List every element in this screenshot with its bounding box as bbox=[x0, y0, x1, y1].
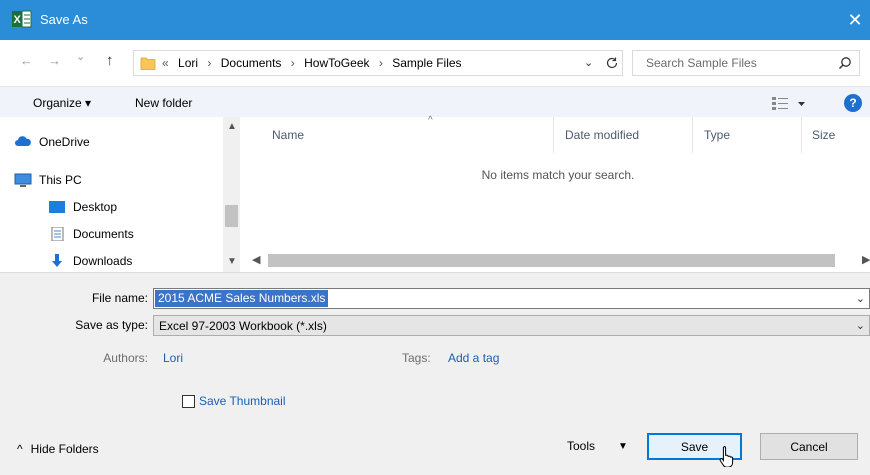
hide-folders-button[interactable]: ^ Hide Folders bbox=[17, 442, 99, 456]
up-button[interactable]: ↑ bbox=[106, 52, 114, 69]
refresh-icon[interactable] bbox=[604, 55, 620, 71]
tags-label: Tags: bbox=[402, 351, 431, 365]
chevron-up-icon: ^ bbox=[17, 442, 23, 456]
hand-cursor-icon bbox=[719, 446, 734, 467]
back-button[interactable]: ← bbox=[20, 53, 33, 68]
search-icon[interactable] bbox=[838, 56, 852, 70]
authors-field[interactable]: Lori bbox=[163, 351, 183, 365]
window-title: Save As bbox=[40, 12, 88, 27]
scroll-left-icon[interactable]: ◀ bbox=[252, 253, 260, 266]
sidebar-item-label: Documents bbox=[73, 227, 134, 241]
column-header-name[interactable]: Name bbox=[272, 128, 304, 142]
search-box[interactable]: Search Sample Files bbox=[632, 50, 860, 76]
change-view-button[interactable] bbox=[771, 95, 811, 111]
chevron-down-icon[interactable]: ⌄ bbox=[856, 292, 865, 305]
sidebar-item-label: OneDrive bbox=[39, 135, 90, 149]
svg-text:X: X bbox=[14, 14, 22, 26]
chevron-down-icon: ⌄ bbox=[855, 320, 865, 332]
excel-icon: X bbox=[12, 10, 32, 28]
cloud-icon bbox=[15, 136, 31, 146]
recent-locations-button[interactable]: ⌄ bbox=[76, 50, 85, 63]
column-header-date[interactable]: Date modified bbox=[565, 128, 639, 142]
save-thumbnail-label[interactable]: Save Thumbnail bbox=[199, 394, 286, 408]
navigation-pane: OneDrive This PC Desktop Documents Downl… bbox=[0, 117, 246, 272]
breadcrumb-item[interactable]: Lori bbox=[178, 56, 198, 70]
empty-message: No items match your search. bbox=[481, 168, 635, 182]
help-button[interactable]: ? bbox=[844, 94, 862, 112]
column-divider bbox=[553, 117, 554, 153]
column-divider bbox=[692, 117, 693, 153]
scroll-down-icon[interactable]: ▼ bbox=[227, 256, 237, 267]
help-icon: ? bbox=[849, 96, 857, 110]
scroll-up-icon[interactable]: ▲ bbox=[227, 121, 237, 132]
sidebar-item-label: Desktop bbox=[73, 200, 118, 214]
save-button-label: Save bbox=[680, 439, 709, 454]
tags-field[interactable]: Add a tag bbox=[448, 351, 499, 365]
sidebar-item-desktop[interactable]: Desktop bbox=[48, 200, 117, 214]
downloads-icon bbox=[52, 254, 62, 267]
scrollbar-thumb[interactable] bbox=[268, 254, 835, 267]
column-header-size[interactable]: Size bbox=[812, 128, 835, 142]
breadcrumb-separator[interactable]: › bbox=[291, 56, 295, 70]
sidebar-item-this-pc[interactable]: This PC bbox=[14, 173, 82, 187]
computer-icon bbox=[14, 173, 32, 187]
view-details-icon bbox=[772, 97, 805, 110]
sort-ascending-icon: ^ bbox=[428, 115, 433, 126]
save-thumbnail-checkbox[interactable] bbox=[182, 395, 195, 408]
navigation-pane-scrollbar[interactable]: ▲ ▼ bbox=[223, 117, 240, 272]
command-bar: Organize ▾ New folder ? bbox=[0, 86, 870, 117]
save-as-type-value: Excel 97-2003 Workbook (*.xls) bbox=[159, 319, 327, 333]
breadcrumb-item[interactable]: Documents bbox=[221, 56, 282, 70]
address-bar[interactable]: « Lori › Documents › HowToGeek › Sample … bbox=[133, 50, 623, 76]
file-name-field[interactable]: 2015 ACME Sales Numbers.xls ⌄ bbox=[153, 288, 870, 309]
new-folder-button[interactable]: New folder bbox=[135, 96, 192, 110]
folder-icon bbox=[140, 57, 156, 70]
breadcrumb-overflow[interactable]: « bbox=[162, 56, 169, 70]
save-as-type-label: Save as type: bbox=[75, 318, 148, 332]
column-header-type[interactable]: Type bbox=[704, 128, 730, 142]
search-input[interactable]: Search Sample Files bbox=[646, 56, 757, 70]
cancel-button[interactable]: Cancel bbox=[760, 433, 858, 460]
file-list-scrollbar[interactable]: ◀ ▶ bbox=[246, 252, 870, 269]
tools-dropdown-icon[interactable]: ▼ bbox=[618, 441, 628, 452]
file-list: Name ^ Date modified Type Size No items … bbox=[246, 115, 870, 272]
cancel-button-label: Cancel bbox=[790, 439, 828, 454]
title-bar: X Save As ✕ bbox=[0, 0, 870, 40]
file-name-label: File name: bbox=[91, 291, 148, 305]
file-name-input[interactable]: 2015 ACME Sales Numbers.xls bbox=[155, 290, 329, 307]
breadcrumb-item[interactable]: Sample Files bbox=[392, 56, 461, 70]
save-as-type-select[interactable]: Excel 97-2003 Workbook (*.xls) ⌄ bbox=[153, 315, 870, 336]
authors-label: Authors: bbox=[103, 351, 148, 365]
documents-icon bbox=[51, 227, 64, 241]
hide-folders-label: Hide Folders bbox=[30, 442, 99, 456]
sidebar-item-label: This PC bbox=[39, 173, 82, 187]
scroll-right-icon[interactable]: ▶ bbox=[862, 253, 870, 266]
forward-button[interactable]: → bbox=[48, 53, 61, 68]
scrollbar-thumb[interactable] bbox=[225, 205, 238, 227]
breadcrumb-separator[interactable]: › bbox=[207, 56, 211, 70]
close-icon: ✕ bbox=[847, 9, 863, 30]
column-divider bbox=[801, 117, 802, 153]
sidebar-item-downloads[interactable]: Downloads bbox=[48, 254, 132, 268]
sidebar-item-onedrive[interactable]: OneDrive bbox=[14, 135, 90, 149]
breadcrumb-separator[interactable]: › bbox=[379, 56, 383, 70]
desktop-icon bbox=[49, 201, 65, 213]
sidebar-item-label: Downloads bbox=[73, 254, 133, 268]
address-dropdown-button[interactable]: ⌄ bbox=[584, 56, 593, 69]
tools-menu[interactable]: Tools bbox=[567, 439, 595, 453]
close-button[interactable]: ✕ bbox=[840, 0, 870, 40]
sidebar-item-documents[interactable]: Documents bbox=[48, 227, 134, 241]
breadcrumb: « Lori › Documents › HowToGeek › Sample … bbox=[162, 56, 468, 70]
breadcrumb-item[interactable]: HowToGeek bbox=[304, 56, 369, 70]
organize-menu[interactable]: Organize ▾ bbox=[33, 96, 91, 110]
